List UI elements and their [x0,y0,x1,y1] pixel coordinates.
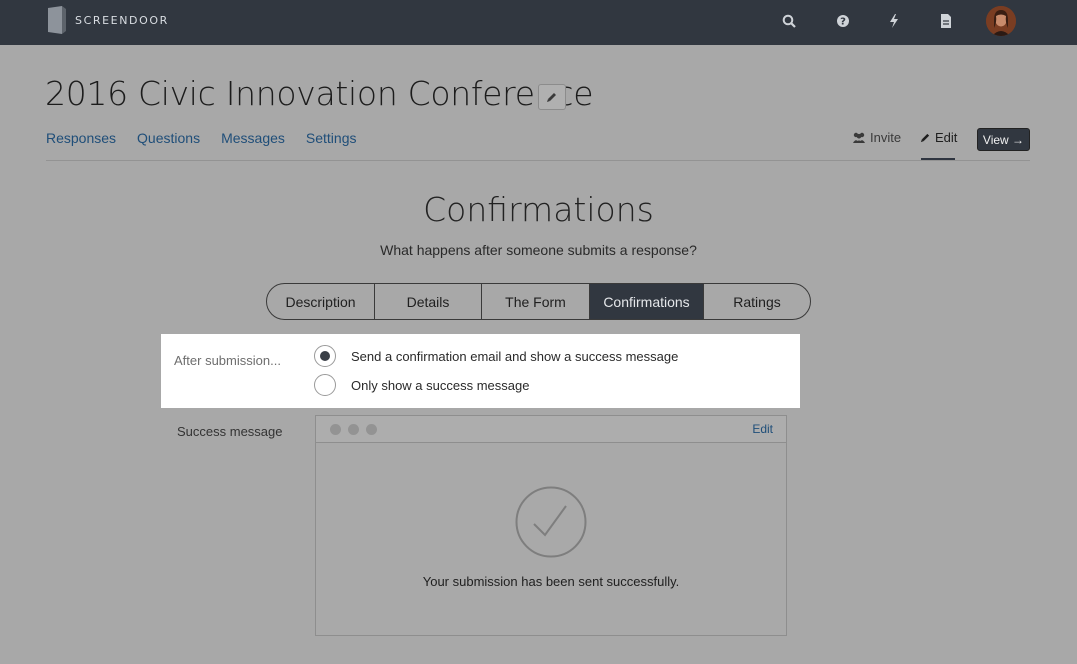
success-message-preview: Edit Your submission has been sent succe… [315,415,787,636]
search-icon[interactable] [778,10,800,32]
user-avatar[interactable] [986,6,1016,36]
nav-settings[interactable]: Settings [306,130,357,146]
tab-confirmations[interactable]: Confirmations [590,284,704,319]
window-dot [366,424,377,435]
nav-responses[interactable]: Responses [46,130,116,146]
radio-unselected[interactable] [314,374,336,396]
option-label: Only show a success message [351,377,530,393]
success-message-label: Success message [177,424,283,439]
window-dot [330,424,341,435]
pencil-icon [547,93,556,102]
after-submission-label: After submission... [174,353,281,368]
preview-window-bar: Edit [316,416,786,443]
edit-link[interactable]: Edit [920,130,957,145]
tab-ratings[interactable]: Ratings [704,284,810,319]
help-icon[interactable]: ? [832,10,854,32]
header-divider [46,160,1030,161]
edit-success-message-link[interactable]: Edit [752,422,773,436]
radio-selected[interactable] [314,345,336,367]
success-message-text: Your submission has been sent successful… [422,574,680,589]
tab-the-form[interactable]: The Form [482,284,590,319]
tab-description[interactable]: Description [267,284,375,319]
section-title: Confirmations [423,190,654,229]
checkmark-circle-icon [515,486,587,558]
brand-name[interactable]: SCREENDOOR [75,14,169,27]
pencil-icon [920,133,930,143]
option-label: Send a confirmation email and show a suc… [351,348,679,364]
nav-messages[interactable]: Messages [221,130,285,146]
edit-label: Edit [935,130,958,145]
users-icon [853,132,865,143]
invite-label: Invite [870,130,902,145]
tab-details[interactable]: Details [375,284,482,319]
after-submission-panel: After submission... Send a confirmation … [161,334,800,408]
top-navbar: SCREENDOOR ? [0,0,1077,45]
svg-text:?: ? [840,17,846,28]
view-button[interactable]: View → [977,128,1030,151]
page-title: 2016 Civic Innovation Conference [45,74,594,113]
section-subtitle: What happens after someone submits a res… [380,242,697,258]
option-email-and-message[interactable]: Send a confirmation email and show a suc… [314,345,678,367]
lightning-icon[interactable] [883,10,905,32]
document-icon[interactable] [935,10,957,32]
option-message-only[interactable]: Only show a success message [314,374,529,396]
edit-title-button[interactable] [538,84,566,110]
invite-link[interactable]: Invite [852,130,901,145]
project-subnav: Responses Questions Messages Settings [46,130,357,146]
screendoor-logo-icon[interactable] [48,6,66,34]
window-dot [348,424,359,435]
builder-tabs: Description Details The Form Confirmatio… [266,283,811,320]
nav-questions[interactable]: Questions [137,130,200,146]
